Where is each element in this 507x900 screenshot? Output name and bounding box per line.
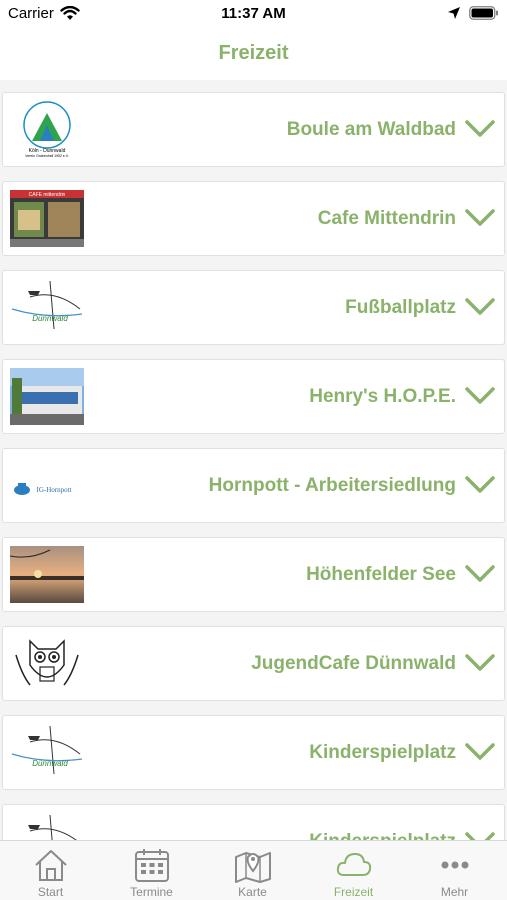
svg-text:CAFE mittendrin: CAFE mittendrin: [29, 192, 66, 198]
duennwald-map-logo: Dünnwald: [10, 279, 84, 336]
tab-termine[interactable]: Termine: [101, 841, 202, 900]
svg-text:Dünnwald: Dünnwald: [32, 314, 68, 323]
tab-label: Freizeit: [333, 885, 374, 899]
house-icon: [35, 850, 67, 881]
status-bar: Carrier 11:37 AM: [0, 0, 507, 30]
item-label: Höhenfelder See: [306, 564, 456, 585]
tab-label: Karte: [238, 885, 267, 899]
chevron-down-icon[interactable]: [465, 119, 495, 139]
list-item-kinderspielplatz[interactable]: Dünnwald Kinderspielplatz: [2, 715, 505, 790]
tab-karte[interactable]: Karte: [202, 841, 303, 900]
list-item-henrys-hope[interactable]: Henry's H.O.P.E.: [2, 359, 505, 434]
chevron-down-icon[interactable]: [465, 742, 495, 762]
item-label: JugendCafe Dünnwald: [251, 653, 456, 674]
tab-start[interactable]: Start: [0, 841, 101, 900]
tab-label: Mehr: [440, 885, 469, 899]
svg-text:Dünnwald: Dünnwald: [32, 759, 68, 768]
list-item-kinderspielplatz-2[interactable]: Dünnwald Kinderspielplatz: [2, 804, 505, 840]
map-pin-icon: [235, 852, 271, 883]
cloud-icon: [336, 853, 372, 876]
list-item-hornpott[interactable]: IG-Hornpott Hornpott - Arbeitersiedlung: [2, 448, 505, 523]
calendar-icon: [135, 849, 169, 882]
chevron-down-icon[interactable]: [465, 475, 495, 495]
item-label: Fußballplatz: [345, 297, 456, 318]
item-label: Henry's H.O.P.E.: [309, 386, 456, 407]
chevron-down-icon[interactable]: [465, 386, 495, 406]
item-label: Kinderspielplatz: [309, 831, 456, 840]
chevron-down-icon[interactable]: [465, 653, 495, 673]
item-label: Hornpott - Arbeitersiedlung: [208, 475, 456, 496]
cafe-storefront-photo: CAFE mittendrin: [10, 190, 84, 247]
battery-icon: [469, 6, 498, 20]
duennwald-map-logo: Dünnwald: [10, 724, 84, 781]
list-item-hoehenfelder-see[interactable]: Höhenfelder See: [2, 537, 505, 612]
tab-label: Start: [37, 885, 64, 899]
tab-bar: Start Termine Karte Freizeit Mehr: [0, 840, 507, 900]
chevron-down-icon[interactable]: [465, 297, 495, 317]
list-item-fussballplatz[interactable]: Dünnwald Fußballplatz: [2, 270, 505, 345]
chevron-down-icon[interactable]: [465, 564, 495, 584]
ig-hornpott-logo: IG-Hornpott: [10, 457, 84, 514]
tab-mehr[interactable]: Mehr: [404, 841, 505, 900]
tab-label: Termine: [130, 885, 173, 899]
tab-freizeit[interactable]: Freizeit: [303, 841, 404, 900]
lake-sunset-photo: [10, 546, 84, 603]
leisure-list[interactable]: Köln - Dünnwald Verein Grabenhell 1952 e…: [0, 80, 507, 840]
duennwald-map-logo: Dünnwald: [10, 813, 84, 840]
item-label: Boule am Waldbad: [286, 119, 456, 140]
building-photo: [10, 368, 84, 425]
chevron-down-icon[interactable]: [465, 831, 495, 840]
clock: 11:37 AM: [221, 5, 286, 22]
list-item-boule-am-waldbad[interactable]: Köln - Dünnwald Verein Grabenhell 1952 e…: [2, 92, 505, 167]
chevron-down-icon[interactable]: [465, 208, 495, 228]
navigation-bar: Freizeit: [0, 30, 507, 78]
svg-text:Verein Grabenhell 1952 e.V.: Verein Grabenhell 1952 e.V.: [25, 154, 69, 158]
more-dots-icon: [441, 861, 469, 869]
item-label: Kinderspielplatz: [309, 742, 456, 763]
location-arrow-icon: [448, 7, 460, 19]
page-title: Freizeit: [218, 42, 289, 64]
owl-crest-logo: [10, 635, 84, 692]
list-item-cafe-mittendrin[interactable]: CAFE mittendrin Cafe Mittendrin: [2, 181, 505, 256]
list-item-jugendcafe-duennwald[interactable]: JugendCafe Dünnwald: [2, 626, 505, 701]
svg-text:IG-Hornpott: IG-Hornpott: [37, 486, 72, 494]
waldbad-camping-logo: Köln - Dünnwald Verein Grabenhell 1952 e…: [10, 101, 84, 158]
item-label: Cafe Mittendrin: [317, 208, 456, 229]
